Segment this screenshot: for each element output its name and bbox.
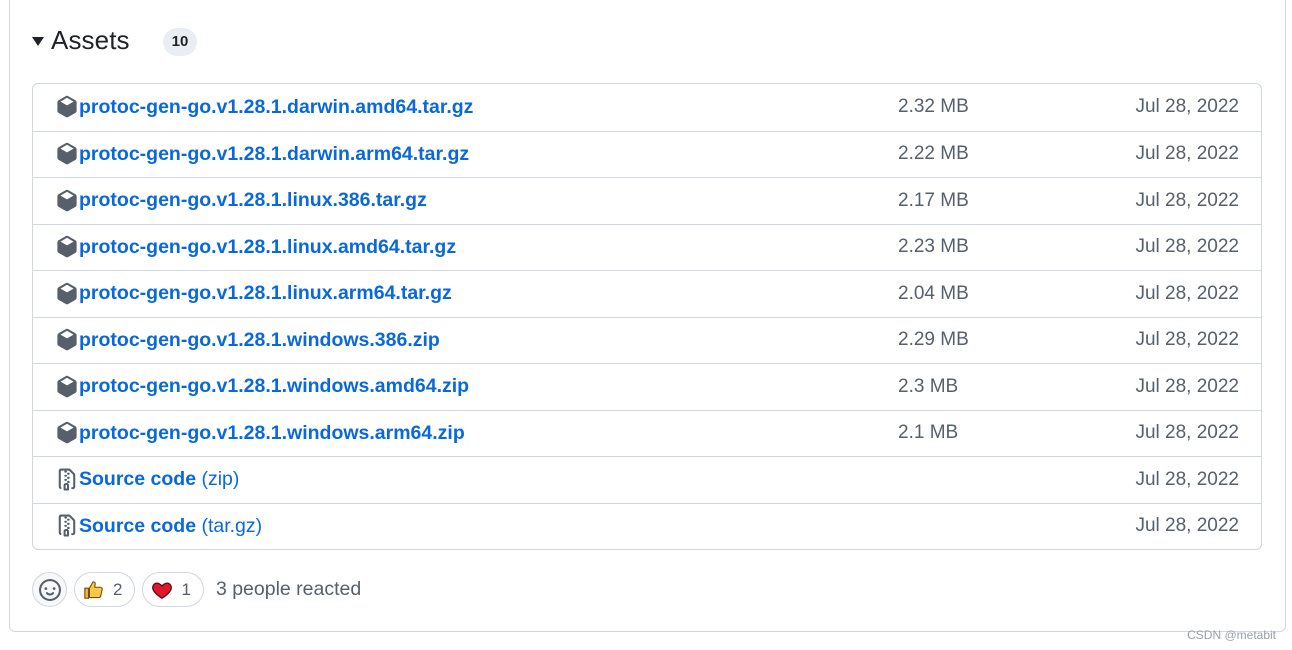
asset-date: Jul 28, 2022 <box>1135 515 1239 537</box>
heart-icon <box>152 581 173 599</box>
asset-date: Jul 28, 2022 <box>1135 143 1239 165</box>
file-zip-icon <box>58 468 76 491</box>
heart-reaction[interactable]: 1 <box>142 572 204 607</box>
package-icon <box>57 282 77 305</box>
asset-date: Jul 28, 2022 <box>1135 468 1239 490</box>
asset-link[interactable]: protoc-gen-go.v1.28.1.linux.amd64.tar.gz <box>79 236 456 259</box>
triangle-down-icon[interactable] <box>32 37 44 46</box>
package-icon <box>57 96 77 118</box>
asset-row: protoc-gen-go.v1.28.1.linux.amd64.tar.gz… <box>33 223 1261 271</box>
assets-list: protoc-gen-go.v1.28.1.darwin.amd64.tar.g… <box>32 83 1262 550</box>
package-icon <box>57 189 77 212</box>
asset-row: protoc-gen-go.v1.28.1.linux.arm64.tar.gz… <box>33 270 1261 317</box>
asset-size: 2.04 MB <box>898 282 969 304</box>
asset-size: 2.23 MB <box>898 236 969 258</box>
asset-link[interactable]: protoc-gen-go.v1.28.1.darwin.amd64.tar.g… <box>79 96 473 119</box>
asset-size: 2.3 MB <box>898 375 959 397</box>
assets-header[interactable]: Assets 10 <box>32 24 198 56</box>
reactions-bar: 2 1 3 people reacted <box>32 572 361 607</box>
assets-title[interactable]: Assets <box>51 25 130 56</box>
source-code-row: Source code (zip) Jul 28, 2022 <box>33 456 1261 503</box>
asset-link[interactable]: protoc-gen-go.v1.28.1.linux.386.tar.gz <box>79 189 427 212</box>
asset-link[interactable]: protoc-gen-go.v1.28.1.windows.arm64.zip <box>79 422 465 445</box>
thumbs-up-count: 2 <box>113 579 123 599</box>
asset-link[interactable]: protoc-gen-go.v1.28.1.linux.arm64.tar.gz <box>79 282 452 305</box>
asset-size: 2.29 MB <box>898 329 969 351</box>
package-icon <box>57 329 77 351</box>
asset-row: protoc-gen-go.v1.28.1.windows.arm64.zip … <box>33 409 1261 457</box>
asset-date: Jul 28, 2022 <box>1135 422 1239 444</box>
thumbs-up-reaction[interactable]: 2 <box>74 572 136 607</box>
package-icon <box>57 143 77 165</box>
watermark: CSDN @metabit <box>1187 628 1276 642</box>
asset-date: Jul 28, 2022 <box>1135 236 1239 258</box>
asset-row: protoc-gen-go.v1.28.1.darwin.arm64.tar.g… <box>33 130 1261 178</box>
thumbs-up-icon <box>84 580 103 599</box>
asset-link[interactable]: protoc-gen-go.v1.28.1.darwin.arm64.tar.g… <box>79 143 469 166</box>
asset-row: protoc-gen-go.v1.28.1.windows.amd64.zip … <box>33 363 1261 410</box>
asset-date: Jul 28, 2022 <box>1135 282 1239 304</box>
assets-count-badge: 10 <box>162 28 198 56</box>
asset-date: Jul 28, 2022 <box>1135 96 1239 118</box>
asset-date: Jul 28, 2022 <box>1135 189 1239 211</box>
asset-link[interactable]: protoc-gen-go.v1.28.1.windows.amd64.zip <box>79 375 469 398</box>
asset-row: protoc-gen-go.v1.28.1.windows.386.zip 2.… <box>33 316 1261 364</box>
file-zip-icon <box>58 514 76 537</box>
asset-row: protoc-gen-go.v1.28.1.darwin.amd64.tar.g… <box>33 84 1261 131</box>
package-icon <box>57 375 77 398</box>
smiley-icon <box>38 578 61 601</box>
source-code-row: Source code (tar.gz) Jul 28, 2022 <box>33 502 1261 550</box>
asset-date: Jul 28, 2022 <box>1135 375 1239 397</box>
package-icon <box>57 236 77 258</box>
heart-count: 1 <box>181 579 191 599</box>
asset-size: 2.32 MB <box>898 96 969 118</box>
asset-size: 2.17 MB <box>898 189 969 211</box>
package-icon <box>57 422 77 444</box>
asset-link[interactable]: protoc-gen-go.v1.28.1.windows.386.zip <box>79 329 440 352</box>
source-code-zip-link[interactable]: Source code (zip) <box>79 468 239 491</box>
asset-date: Jul 28, 2022 <box>1135 329 1239 351</box>
asset-size: 2.1 MB <box>898 422 959 444</box>
reactions-summary: 3 people reacted <box>215 578 362 600</box>
asset-row: protoc-gen-go.v1.28.1.linux.386.tar.gz 2… <box>33 177 1261 224</box>
add-reaction-button[interactable] <box>32 572 67 607</box>
asset-size: 2.22 MB <box>898 143 969 165</box>
source-code-targz-link[interactable]: Source code (tar.gz) <box>79 515 262 538</box>
